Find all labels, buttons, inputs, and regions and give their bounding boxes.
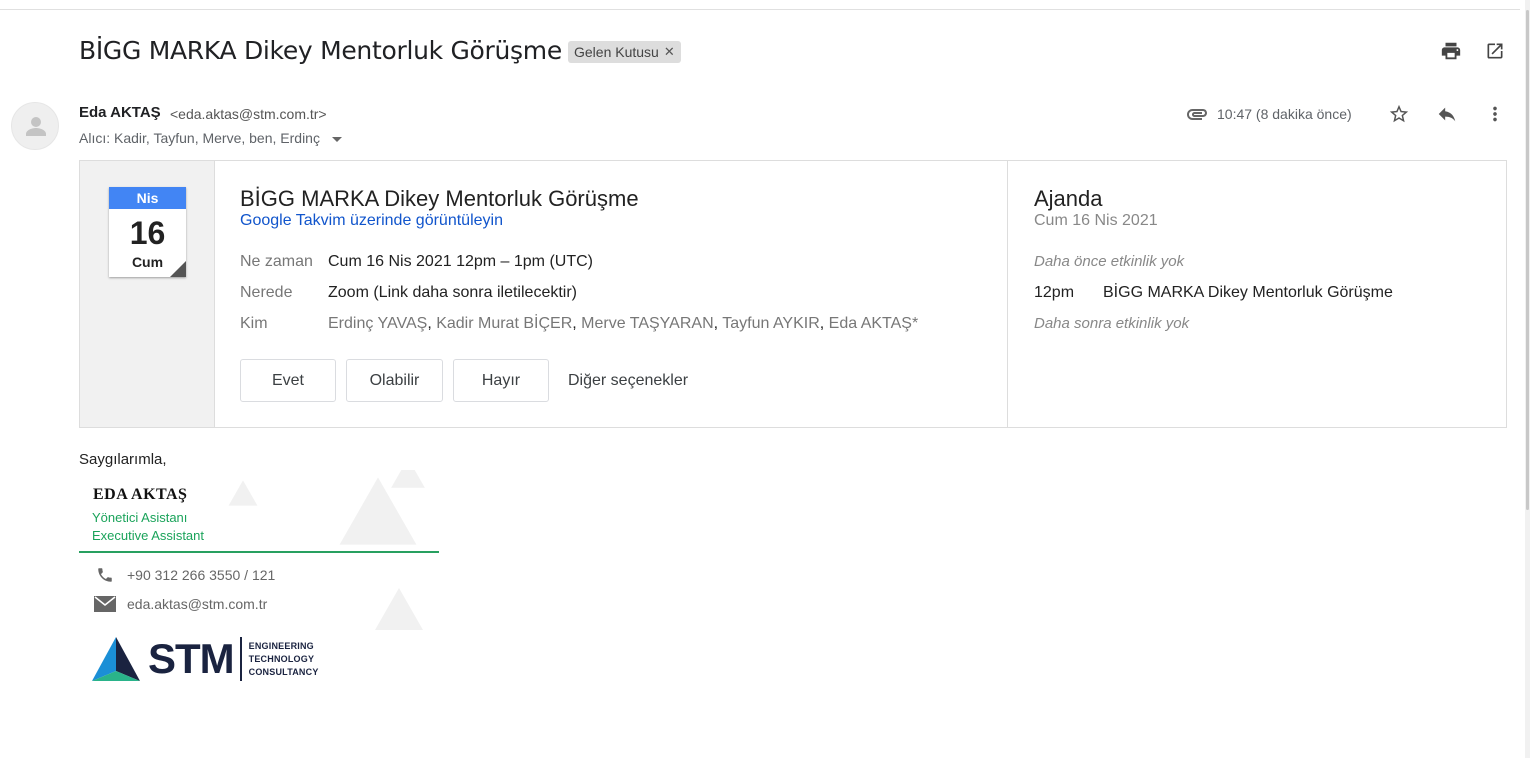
remove-label-icon[interactable]: ✕ (664, 41, 675, 63)
signature-name: EDA AKTAŞ (93, 486, 188, 503)
guest-list: Erdinç YAVAŞ, Kadir Murat BİÇER, Merve T… (328, 315, 919, 332)
where-label: Nerede (240, 284, 293, 301)
guest[interactable]: Kadir Murat BİÇER (436, 315, 572, 332)
rsvp-yes-button[interactable]: Evet (240, 359, 336, 402)
guest[interactable]: Erdinç YAVAŞ (328, 315, 427, 332)
email-signature: EDA AKTAŞ Yönetici Asistanı Executive As… (79, 470, 439, 685)
email-subject: BİGG MARKA Dikey Mentorluk Görüşme (79, 36, 562, 65)
event-who-row: Kim Erdinç YAVAŞ, Kadir Murat BİÇER, Mer… (240, 315, 918, 333)
signature-role-tr: Yönetici Asistanı (92, 510, 188, 525)
tagline-line: CONSULTANCY (248, 666, 319, 677)
sender-email: <eda.aktas@stm.com.tr> (170, 106, 327, 122)
more-vert-icon[interactable] (1483, 102, 1507, 126)
rsvp-no-button[interactable]: Hayır (453, 359, 549, 402)
event-when-row: Ne zaman Cum 16 Nis 2021 12pm – 1pm (UTC… (240, 253, 593, 271)
rsvp-maybe-button[interactable]: Olabilir (346, 359, 443, 402)
star-icon[interactable] (1387, 102, 1411, 126)
inbox-label-chip[interactable]: Gelen Kutusu ✕ (568, 41, 681, 63)
event-title: BİGG MARKA Dikey Mentorluk Görüşme (240, 186, 639, 211)
tagline-line: ENGINEERING (248, 640, 314, 651)
agenda-date: Cum 16 Nis 2021 (1034, 212, 1158, 229)
guest[interactable]: Tayfun AYKIR (722, 315, 820, 332)
agenda-event-title: BİGG MARKA Dikey Mentorluk Görüşme (1103, 284, 1393, 301)
decorative-triangle (228, 480, 258, 506)
sender-name[interactable]: Eda AKTAŞ (79, 104, 161, 121)
stm-logo-mark-icon (92, 637, 140, 681)
recipients[interactable]: Alıcı: Kadir, Tayfun, Merve, ben, Erdinç (79, 130, 342, 146)
invite-calendar-panel: Nis 16 Cum (80, 161, 215, 427)
agenda-event-time: 12pm (1034, 284, 1075, 301)
tagline-line: TECHNOLOGY (248, 653, 315, 664)
view-in-calendar-link[interactable]: Google Takvim üzerinde görüntüleyin (240, 212, 503, 230)
agenda-title: Ajanda (1034, 186, 1103, 211)
agenda-panel: Ajanda Cum 16 Nis 2021 Daha önce etkinli… (1008, 161, 1506, 427)
inbox-label-text: Gelen Kutusu (574, 44, 659, 60)
sender-avatar[interactable] (11, 102, 59, 150)
signature-divider (79, 551, 439, 553)
attachment-icon (1185, 102, 1209, 126)
top-divider (0, 9, 1520, 10)
signature-phone: +90 312 266 3550 / 121 (127, 567, 276, 583)
signature-role-en: Executive Assistant (92, 528, 204, 543)
calendar-date-icon: Nis 16 Cum (109, 187, 186, 277)
decorative-triangle (375, 588, 423, 630)
recipients-text: Alıcı: Kadir, Tayfun, Merve, ben, Erdinç (79, 130, 320, 146)
print-icon[interactable] (1439, 39, 1463, 63)
logo-separator (239, 637, 242, 681)
where-value: Zoom (Link daha sonra iletilecektir) (328, 284, 577, 301)
signature-email[interactable]: eda.aktas@stm.com.tr (127, 596, 267, 612)
agenda-no-events-before: Daha önce etkinlik yok (1034, 253, 1185, 270)
scrollbar[interactable] (1525, 0, 1530, 758)
open-in-new-window-icon[interactable] (1483, 39, 1507, 63)
mail-icon (94, 596, 116, 617)
stm-tagline: ENGINEERING TECHNOLOGY CONSULTANCY (249, 640, 319, 679)
page-fold-icon (170, 261, 186, 277)
agenda-no-events-after: Daha sonra etkinlik yok (1034, 315, 1190, 332)
guest[interactable]: Merve TAŞYARAN (581, 315, 713, 332)
calendar-month: Nis (109, 187, 186, 209)
who-label: Kim (240, 315, 268, 332)
when-label: Ne zaman (240, 253, 313, 270)
when-value: Cum 16 Nis 2021 12pm – 1pm (UTC) (328, 253, 593, 270)
invite-details: BİGG MARKA Dikey Mentorluk Görüşme Googl… (215, 161, 1008, 427)
guest[interactable]: Eda AKTAŞ* (829, 315, 919, 332)
agenda-event[interactable]: 12pm BİGG MARKA Dikey Mentorluk Görüşme (1034, 284, 1393, 302)
stm-logo-text: STM (148, 635, 235, 682)
more-options-button[interactable]: Diğer seçenekler (568, 372, 688, 390)
email-time: 10:47 (8 dakika önce) (1217, 106, 1352, 122)
chevron-down-icon[interactable] (331, 136, 342, 142)
sign-off: Saygılarımla, (79, 451, 167, 468)
event-where-row: Nerede Zoom (Link daha sonra iletilecekt… (240, 284, 577, 302)
calendar-invite-card: Nis 16 Cum BİGG MARKA Dikey Mentorluk Gö… (79, 160, 1507, 428)
decorative-triangle (391, 470, 425, 488)
calendar-day: 16 (129, 215, 166, 251)
stm-logo: STM ENGINEERING TECHNOLOGY CONSULTANCY (90, 635, 319, 683)
phone-icon (96, 566, 114, 589)
rsvp-buttons: Evet Olabilir Hayır Diğer seçenekler (240, 359, 688, 402)
reply-icon[interactable] (1435, 102, 1459, 126)
scrollbar-thumb[interactable] (1526, 10, 1529, 510)
